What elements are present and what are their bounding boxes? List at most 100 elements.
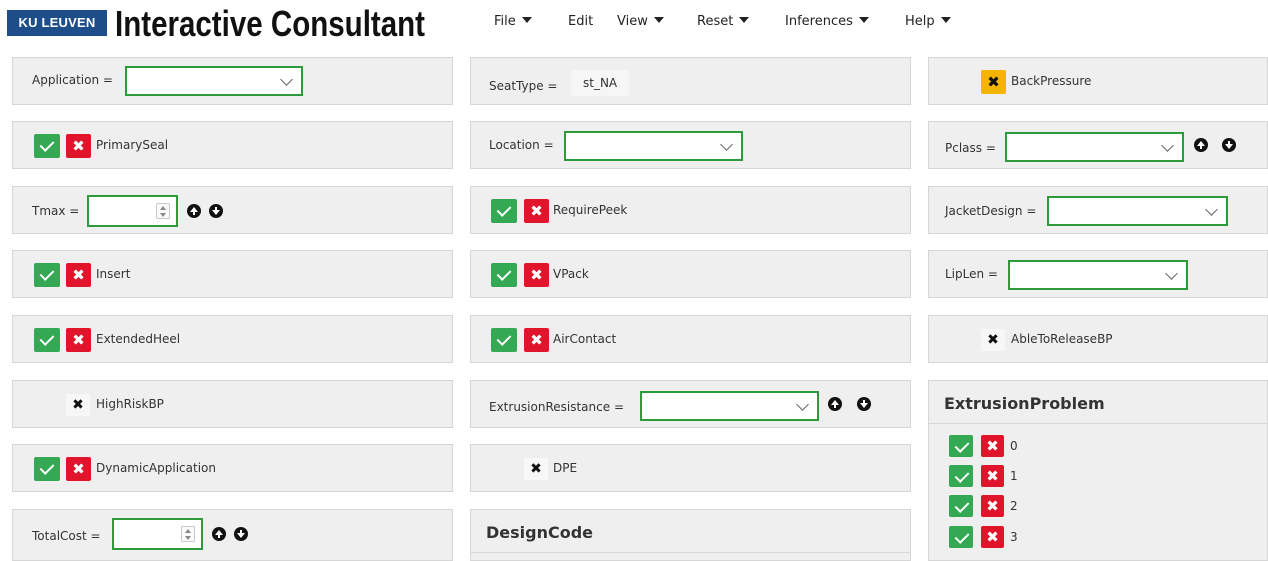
spinner-icon[interactable]	[156, 203, 170, 219]
divider	[471, 552, 910, 553]
extrusionresistance-label: ExtrusionResistance =	[489, 400, 624, 414]
extendedheel-panel: ✖ ExtendedHeel	[12, 315, 453, 363]
extrusionproblem-panel: ExtrusionProblem ✖ 0 ✖ 1 ✖ 2 ✖ 3	[928, 380, 1268, 561]
chevron-down-icon	[1161, 139, 1174, 152]
menu-edit[interactable]: Edit	[568, 14, 593, 34]
arrow-up-icon[interactable]	[212, 527, 226, 541]
reject-requirepeek-button[interactable]: ✖	[524, 199, 549, 223]
dynamicapplication-label: DynamicApplication	[96, 461, 216, 475]
extrusionresistance-select[interactable]	[640, 391, 819, 421]
reject-dynamicapplication-button[interactable]: ✖	[66, 457, 91, 481]
accept-option-2-button[interactable]	[949, 495, 973, 517]
accept-primaryseal-button[interactable]	[34, 134, 60, 158]
arrow-up-icon[interactable]	[187, 204, 201, 218]
caret-down-icon	[739, 17, 750, 23]
arrow-down-icon[interactable]	[234, 527, 248, 541]
seattype-value: st_NA	[571, 70, 630, 96]
totalcost-panel: TotalCost =	[12, 509, 453, 561]
accept-option-0-button[interactable]	[949, 435, 973, 457]
tmax-label: Tmax =	[32, 204, 80, 218]
liplen-label: LipLen =	[945, 267, 998, 281]
arrow-down-icon[interactable]	[209, 204, 223, 218]
jacketdesign-select[interactable]	[1047, 196, 1228, 226]
menu-file-label: File	[494, 14, 516, 29]
option-label: 0	[1010, 439, 1018, 453]
reject-primaryseal-button[interactable]: ✖	[66, 134, 91, 158]
dpe-label: DPE	[553, 461, 578, 475]
extrusionproblem-heading: ExtrusionProblem	[944, 394, 1105, 413]
totalcost-input[interactable]	[112, 518, 203, 550]
highriskbp-panel: ✖ HighRiskBP	[12, 380, 453, 428]
menu-help-label: Help	[905, 14, 935, 29]
abletoreleasebp-panel: ✖ AbleToReleaseBP	[928, 315, 1268, 363]
reject-extendedheel-button[interactable]: ✖	[66, 328, 91, 352]
reject-backpressure-button[interactable]: ✖	[981, 70, 1006, 94]
accept-dynamicapplication-button[interactable]	[34, 457, 60, 481]
tmax-input[interactable]	[87, 195, 178, 227]
accept-option-3-button[interactable]	[949, 526, 973, 548]
menu-view[interactable]: View	[617, 14, 664, 34]
caret-down-icon	[521, 17, 532, 23]
accept-requirepeek-button[interactable]	[491, 199, 517, 223]
chevron-down-icon	[280, 73, 293, 86]
dpe-panel: ✖ DPE	[470, 444, 911, 492]
pclass-select[interactable]	[1005, 132, 1184, 162]
arrow-down-icon[interactable]	[1222, 138, 1236, 152]
reject-option-3-button[interactable]: ✖	[981, 526, 1004, 548]
spinner-icon[interactable]	[181, 526, 195, 542]
app-header: KU LEUVEN Interactive Consultant File Ed…	[0, 0, 1268, 50]
designcode-panel: DesignCode	[470, 509, 911, 561]
primaryseal-panel: ✖ PrimarySeal	[12, 121, 453, 169]
backpressure-panel: ✖ BackPressure	[928, 57, 1268, 105]
menu-reset[interactable]: Reset	[697, 14, 750, 34]
close-icon[interactable]: ✖	[981, 329, 1005, 351]
menu-inferences[interactable]: Inferences	[785, 14, 869, 34]
accept-vpack-button[interactable]	[491, 263, 517, 287]
close-icon[interactable]: ✖	[524, 458, 548, 480]
divider	[929, 423, 1268, 424]
location-label: Location =	[489, 138, 554, 152]
reject-aircontact-button[interactable]: ✖	[524, 328, 549, 352]
totalcost-label: TotalCost =	[32, 529, 101, 543]
chevron-down-icon	[1165, 267, 1178, 280]
accept-option-1-button[interactable]	[949, 465, 973, 487]
arrow-up-icon[interactable]	[1194, 138, 1208, 152]
liplen-panel: LipLen =	[928, 250, 1268, 298]
pclass-label: Pclass =	[945, 141, 996, 155]
location-select[interactable]	[564, 131, 743, 161]
liplen-select[interactable]	[1008, 260, 1188, 290]
jacketdesign-label: JacketDesign =	[945, 204, 1037, 218]
arrow-down-icon[interactable]	[857, 397, 871, 411]
chevron-down-icon	[720, 138, 733, 151]
pclass-panel: Pclass =	[928, 121, 1268, 169]
reject-insert-button[interactable]: ✖	[66, 263, 91, 287]
application-select[interactable]	[125, 66, 303, 96]
jacketdesign-panel: JacketDesign =	[928, 186, 1268, 234]
dynamicapplication-panel: ✖ DynamicApplication	[12, 444, 453, 492]
caret-down-icon	[940, 17, 951, 23]
arrow-up-icon[interactable]	[828, 397, 842, 411]
reject-vpack-button[interactable]: ✖	[524, 263, 549, 287]
reject-option-1-button[interactable]: ✖	[981, 465, 1004, 487]
reject-option-0-button[interactable]: ✖	[981, 435, 1004, 457]
menu-help[interactable]: Help	[905, 14, 951, 34]
accept-extendedheel-button[interactable]	[34, 328, 60, 352]
aircontact-panel: ✖ AirContact	[470, 315, 911, 363]
caret-down-icon	[653, 17, 664, 23]
option-label: 1	[1010, 469, 1018, 483]
accept-aircontact-button[interactable]	[491, 328, 517, 352]
close-icon[interactable]: ✖	[66, 394, 90, 416]
vpack-panel: ✖ VPack	[470, 250, 911, 298]
ku-leuven-logo: KU LEUVEN	[7, 10, 107, 36]
requirepeek-panel: ✖ RequirePeek	[470, 186, 911, 234]
designcode-heading: DesignCode	[486, 523, 594, 542]
accept-insert-button[interactable]	[34, 263, 60, 287]
chevron-down-icon	[1205, 203, 1218, 216]
chevron-down-icon	[796, 398, 809, 411]
abletoreleasebp-label: AbleToReleaseBP	[1011, 332, 1113, 346]
caret-down-icon	[858, 17, 869, 23]
insert-panel: ✖ Insert	[12, 250, 453, 298]
reject-option-2-button[interactable]: ✖	[981, 495, 1004, 517]
menu-file[interactable]: File	[494, 14, 532, 34]
extrusionresistance-panel: ExtrusionResistance =	[470, 380, 911, 428]
